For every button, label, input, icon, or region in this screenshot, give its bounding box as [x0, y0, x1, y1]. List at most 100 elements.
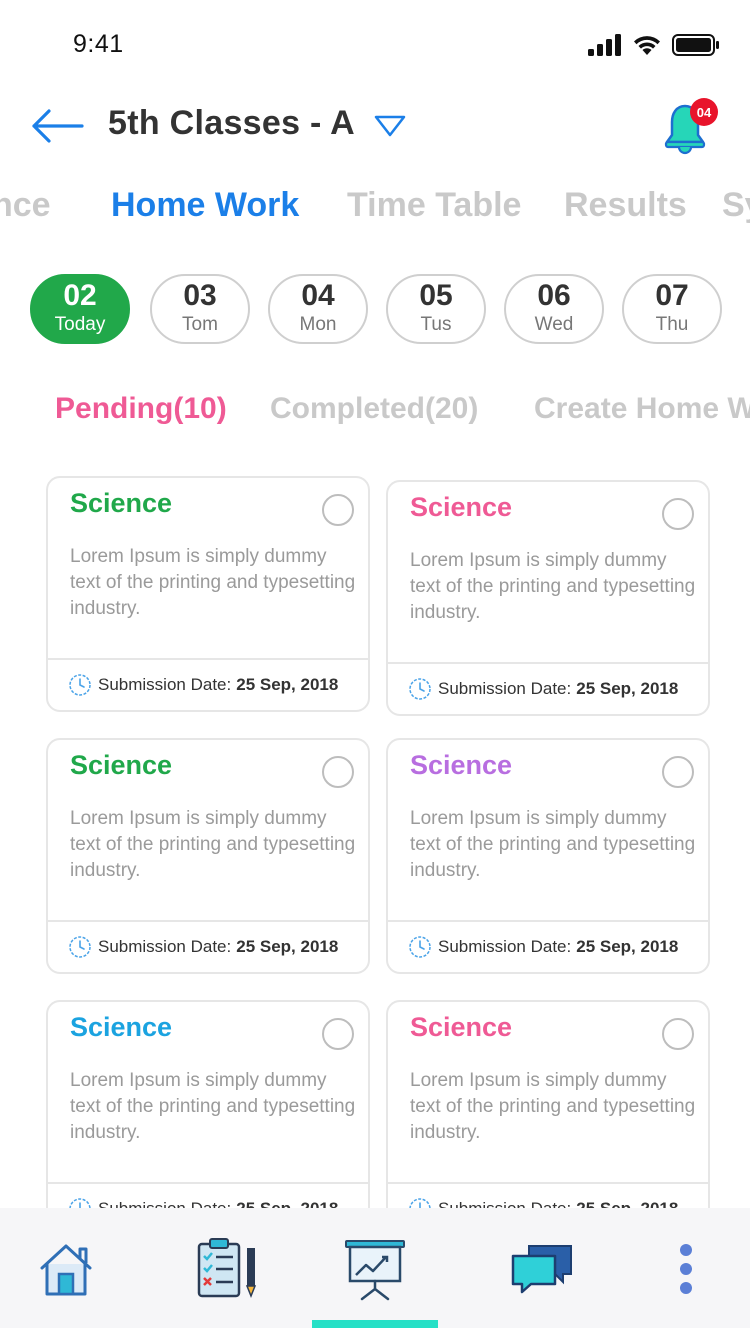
- card-description: Lorem Ipsum is simply dummy text of the …: [70, 1070, 356, 1143]
- tab-time-table[interactable]: Time Table: [347, 186, 521, 225]
- clock-icon: [409, 678, 431, 700]
- status-time: 9:41: [73, 30, 124, 58]
- complete-checkbox[interactable]: [662, 498, 694, 530]
- date-pill-06[interactable]: 06 Wed: [504, 274, 604, 344]
- presentation-board-icon: [345, 1240, 405, 1301]
- date-day: Mon: [299, 314, 337, 335]
- submission-date-label: Submission Date:: [438, 1199, 571, 1208]
- bottom-navigation: [0, 1208, 750, 1328]
- date-pill-07[interactable]: 07 Thu: [622, 274, 722, 344]
- homework-card[interactable]: Science Lorem Ipsum is simply dummy text…: [46, 1000, 370, 1208]
- submission-date-label: Submission Date:: [438, 937, 572, 956]
- tab-create-home-work[interactable]: Create Home Work: [534, 392, 750, 426]
- tab-results[interactable]: Results: [564, 186, 687, 225]
- date-day: Tom: [182, 314, 218, 335]
- arrow-left-icon: [32, 109, 84, 143]
- card-subject: Science: [410, 750, 513, 780]
- date-number: 07: [655, 279, 689, 312]
- homework-card[interactable]: Science Lorem Ipsum is simply dummy text…: [46, 476, 370, 712]
- card-footer: Submission Date: 25 Sep, 2018: [48, 1182, 368, 1208]
- complete-checkbox[interactable]: [322, 1018, 354, 1050]
- header: 5th Classes - A 04: [0, 96, 750, 160]
- clock-icon: [69, 674, 91, 696]
- date-number: 06: [537, 279, 571, 312]
- submission-date-label: Submission Date:: [98, 937, 232, 956]
- status-icons: [588, 34, 720, 56]
- clock-icon: [69, 936, 91, 958]
- submission-date-label: Submission Date:: [98, 1199, 231, 1208]
- submission-date-value: 25 Sep, 2018: [236, 937, 339, 956]
- card-footer: Submission Date: 25 Sep, 2018: [48, 658, 368, 710]
- home-icon: [40, 1244, 92, 1296]
- card-footer: Submission Date: 25 Sep, 2018: [388, 1182, 708, 1208]
- battery-icon: [672, 34, 719, 56]
- card-footer: Submission Date: 25 Sep, 2018: [388, 662, 708, 714]
- card-footer: Submission Date: 25 Sep, 2018: [388, 920, 708, 972]
- complete-checkbox[interactable]: [662, 1018, 694, 1050]
- date-number: 05: [419, 279, 453, 312]
- tab-pending[interactable]: Pending(10): [55, 392, 227, 426]
- card-description: Lorem Ipsum is simply dummy text of the …: [410, 1070, 696, 1143]
- card-subject: Science: [70, 750, 173, 780]
- triangle-down-icon[interactable]: [373, 114, 407, 138]
- nav-chat[interactable]: [508, 1234, 576, 1304]
- submission-date-value: 25 Sep, 2018: [236, 675, 339, 694]
- date-number: 04: [301, 279, 335, 312]
- homework-status-tabs: Pending(10) Completed(20) Create Home Wo…: [0, 388, 750, 436]
- chat-icon: [511, 1245, 572, 1294]
- wifi-icon: [634, 36, 660, 55]
- date-selector: 02 Today 03 Tom 04 Mon 05 Tus 06 Wed 07 …: [0, 274, 750, 346]
- date-day: Tus: [420, 314, 452, 335]
- date-pill-05[interactable]: 05 Tus: [386, 274, 486, 344]
- card-subject: Science: [70, 1012, 173, 1042]
- submission-date-value: 25 Sep, 2018: [576, 679, 679, 698]
- nav-homework[interactable]: [192, 1234, 266, 1304]
- status-bar: 9:41: [0, 0, 750, 90]
- homework-card[interactable]: Science Lorem Ipsum is simply dummy text…: [386, 1000, 710, 1208]
- clock-icon: [409, 1198, 431, 1208]
- homework-card[interactable]: Science Lorem Ipsum is simply dummy text…: [46, 738, 370, 974]
- card-subject: Science: [70, 488, 173, 518]
- clock-icon: [409, 936, 431, 958]
- homework-card[interactable]: Science Lorem Ipsum is simply dummy text…: [386, 480, 710, 716]
- card-description: Lorem Ipsum is simply dummy text of the …: [410, 808, 696, 881]
- date-day: Thu: [655, 314, 689, 335]
- card-footer: Submission Date: 25 Sep, 2018: [48, 920, 368, 972]
- submission-date-value: 25 Sep, 2018: [236, 1199, 338, 1208]
- page-title[interactable]: 5th Classes - A: [108, 104, 355, 143]
- tab-completed[interactable]: Completed(20): [270, 392, 478, 426]
- date-pill-03[interactable]: 03 Tom: [150, 274, 250, 344]
- submission-date-value: 25 Sep, 2018: [576, 937, 679, 956]
- nav-more[interactable]: [666, 1234, 706, 1304]
- card-subject: Science: [410, 492, 513, 522]
- card-subject: Science: [410, 1012, 513, 1042]
- homework-card[interactable]: Science Lorem Ipsum is simply dummy text…: [386, 738, 710, 974]
- card-description: Lorem Ipsum is simply dummy text of the …: [70, 808, 356, 881]
- clock-icon: [69, 1198, 91, 1208]
- date-day: Today: [54, 314, 106, 335]
- notification-button[interactable]: 04: [664, 98, 720, 155]
- date-pill-04[interactable]: 04 Mon: [268, 274, 368, 344]
- complete-checkbox[interactable]: [662, 756, 694, 788]
- nav-home[interactable]: [30, 1234, 102, 1304]
- card-description: Lorem Ipsum is simply dummy text of the …: [410, 550, 696, 623]
- tab-science[interactable]: Science: [0, 186, 51, 225]
- notification-badge: 04: [690, 98, 718, 126]
- complete-checkbox[interactable]: [322, 756, 354, 788]
- card-description: Lorem Ipsum is simply dummy text of the …: [70, 546, 356, 619]
- active-tab-indicator: [312, 1320, 438, 1328]
- tab-syllabus[interactable]: Syllabus: [722, 186, 750, 225]
- submission-date-label: Submission Date:: [98, 675, 232, 694]
- date-day: Wed: [534, 314, 574, 335]
- complete-checkbox[interactable]: [322, 494, 354, 526]
- nav-presentation[interactable]: [340, 1234, 410, 1304]
- date-pill-02[interactable]: 02 Today: [30, 274, 130, 344]
- date-number: 03: [183, 279, 217, 312]
- more-vertical-icon: [680, 1244, 692, 1294]
- submission-date-value: 25 Sep, 2018: [576, 1199, 678, 1208]
- tab-home-work[interactable]: Home Work: [111, 186, 299, 225]
- submission-date-label: Submission Date:: [438, 679, 572, 698]
- cellular-signal-icon: [588, 34, 621, 56]
- section-tabs: Science Home Work Time Table Results Syl…: [0, 180, 750, 236]
- back-button[interactable]: [30, 104, 88, 148]
